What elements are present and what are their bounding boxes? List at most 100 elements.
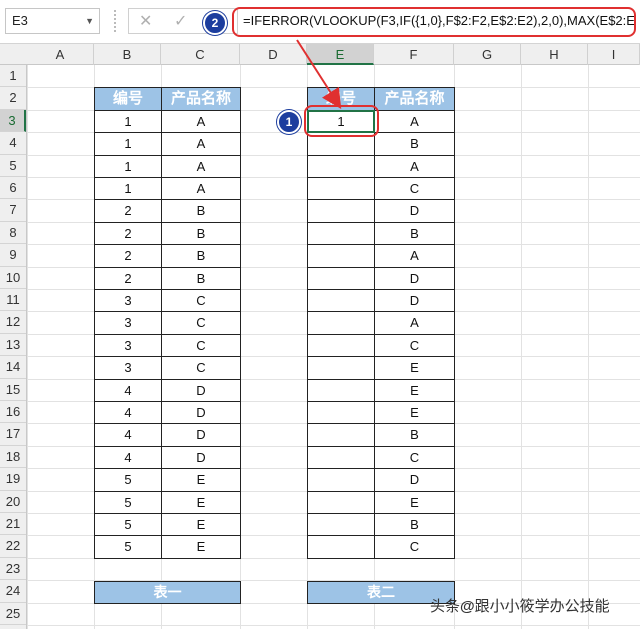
table1-cell[interactable]: D: [161, 423, 241, 447]
row-header-12[interactable]: 12: [0, 311, 26, 334]
table2-cell[interactable]: D: [374, 199, 455, 223]
table1-cell[interactable]: B: [161, 266, 241, 290]
row-header-1[interactable]: 1: [0, 65, 26, 88]
table1-cell[interactable]: 3: [94, 289, 162, 313]
table1-cell[interactable]: 2: [94, 266, 162, 290]
table1-cell[interactable]: 4: [94, 401, 162, 425]
table1-cell[interactable]: 2: [94, 221, 162, 246]
table2-cell[interactable]: C: [374, 445, 455, 470]
table1-cell[interactable]: 5: [94, 513, 162, 537]
table1-cell[interactable]: A: [161, 132, 241, 156]
table2-cell[interactable]: [307, 333, 375, 358]
table2-cell[interactable]: [307, 199, 375, 223]
table2-cell[interactable]: A: [374, 244, 455, 268]
row-header-23[interactable]: 23: [0, 558, 26, 581]
table1-cell[interactable]: A: [161, 177, 241, 201]
table2-cell[interactable]: E: [374, 378, 455, 402]
table2-cell[interactable]: [307, 311, 375, 335]
table1-cell[interactable]: 2: [94, 244, 162, 268]
table1-cell[interactable]: C: [161, 333, 241, 358]
table1-cell[interactable]: 1: [94, 132, 162, 156]
name-box[interactable]: E3 ▼: [5, 8, 100, 34]
table2-cell[interactable]: E: [374, 401, 455, 425]
table1-header-0[interactable]: 编号: [94, 87, 162, 111]
row-header-14[interactable]: 14: [0, 356, 26, 379]
table1-cell[interactable]: D: [161, 445, 241, 470]
row-header-24[interactable]: 24: [0, 580, 26, 603]
table2-cell[interactable]: D: [374, 266, 455, 290]
table1-cell[interactable]: D: [161, 401, 241, 425]
table1-cell[interactable]: 1: [94, 109, 162, 134]
row-header-19[interactable]: 19: [0, 468, 26, 491]
table1-cell[interactable]: 3: [94, 311, 162, 335]
table2-cell[interactable]: C: [374, 333, 455, 358]
row-header-7[interactable]: 7: [0, 199, 26, 222]
table2-cell[interactable]: A: [374, 109, 455, 134]
row-header-11[interactable]: 11: [0, 289, 26, 312]
row-header-17[interactable]: 17: [0, 423, 26, 446]
table2-cell[interactable]: [307, 378, 375, 402]
row-header-6[interactable]: 6: [0, 177, 26, 200]
table2-cell[interactable]: B: [374, 221, 455, 246]
table1-cell[interactable]: E: [161, 490, 241, 514]
column-header-e[interactable]: E: [307, 44, 374, 65]
table2-cell[interactable]: D: [374, 289, 455, 313]
table2-cell[interactable]: D: [374, 468, 455, 492]
table1-cell[interactable]: 5: [94, 535, 162, 559]
table2-cell[interactable]: [307, 266, 375, 290]
table2-cell[interactable]: [307, 445, 375, 470]
table2-cell[interactable]: [307, 154, 375, 178]
row-header-3[interactable]: 3: [0, 109, 26, 133]
table2-header-1[interactable]: 产品名称: [374, 87, 455, 111]
row-header-21[interactable]: 21: [0, 513, 26, 536]
table2-cell[interactable]: [307, 490, 375, 514]
row-header-20[interactable]: 20: [0, 491, 26, 513]
table2-cell[interactable]: [307, 513, 375, 537]
table2-cell[interactable]: [307, 423, 375, 447]
table1-cell[interactable]: B: [161, 199, 241, 223]
column-header-d[interactable]: D: [240, 44, 307, 65]
row-header-5[interactable]: 5: [0, 155, 26, 177]
row-header-8[interactable]: 8: [0, 222, 26, 245]
column-header-i[interactable]: I: [588, 44, 640, 65]
table1-cell[interactable]: C: [161, 356, 241, 380]
table1-cell[interactable]: 4: [94, 445, 162, 470]
table1-cell[interactable]: C: [161, 289, 241, 313]
column-header-b[interactable]: B: [94, 44, 161, 65]
table1-cell[interactable]: B: [161, 221, 241, 246]
column-header-c[interactable]: C: [161, 44, 240, 65]
row-header-22[interactable]: 22: [0, 535, 26, 558]
table2-cell[interactable]: B: [374, 423, 455, 447]
row-header-4[interactable]: 4: [0, 132, 26, 155]
table1-cell[interactable]: 3: [94, 333, 162, 358]
table2-cell[interactable]: C: [374, 535, 455, 559]
table1-cell[interactable]: E: [161, 535, 241, 559]
table1-cell[interactable]: 5: [94, 468, 162, 492]
table2-cell[interactable]: [307, 177, 375, 201]
table1-cell[interactable]: E: [161, 468, 241, 492]
table1-cell[interactable]: A: [161, 154, 241, 178]
table2-cell[interactable]: [307, 468, 375, 492]
column-header-a[interactable]: A: [27, 44, 94, 65]
column-header-g[interactable]: G: [454, 44, 521, 65]
cancel-icon[interactable]: ✕: [139, 9, 152, 35]
table1-header-1[interactable]: 产品名称: [161, 87, 241, 111]
table2-cell[interactable]: A: [374, 154, 455, 178]
table1-cell[interactable]: 1: [94, 154, 162, 178]
row-header-13[interactable]: 13: [0, 334, 26, 357]
table2-cell[interactable]: [307, 221, 375, 246]
table2-cell[interactable]: A: [374, 311, 455, 335]
row-header-25[interactable]: 25: [0, 603, 26, 625]
table1-cell[interactable]: B: [161, 244, 241, 268]
table1-cell[interactable]: A: [161, 109, 241, 134]
table1-cell[interactable]: 1: [94, 177, 162, 201]
table1-cell[interactable]: D: [161, 378, 241, 402]
chevron-down-icon[interactable]: ▼: [85, 9, 94, 33]
row-header-18[interactable]: 18: [0, 446, 26, 469]
table1-cell[interactable]: 3: [94, 356, 162, 380]
row-header-10[interactable]: 10: [0, 267, 26, 289]
table2-cell[interactable]: [307, 401, 375, 425]
table2-cell[interactable]: E: [374, 356, 455, 380]
table2-cell[interactable]: [307, 289, 375, 313]
table2-cell[interactable]: C: [374, 177, 455, 201]
